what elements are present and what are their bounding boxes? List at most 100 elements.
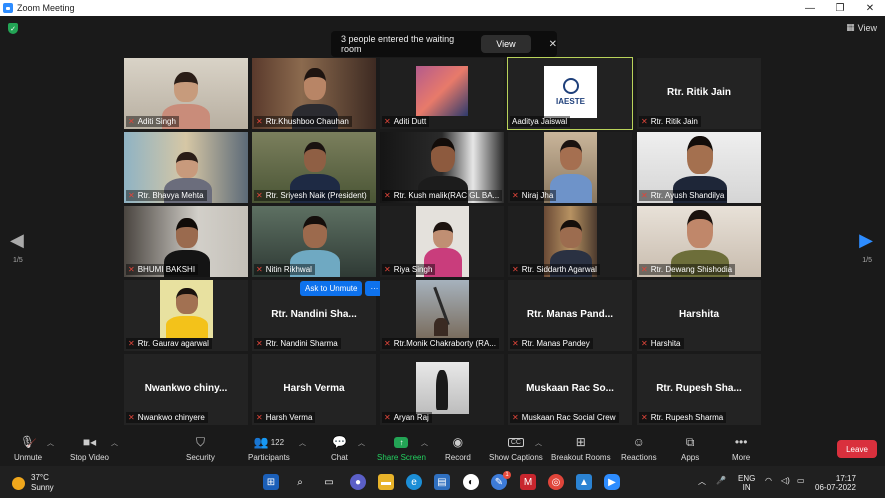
participant-name: ✕ Rtr. Gaurav agarwal: [126, 338, 212, 349]
video-tile[interactable]: ✕ Rtr. Ayush Shandilya: [637, 132, 761, 203]
share-options-caret-icon[interactable]: ︿: [421, 438, 428, 448]
muted-mic-icon: ✕: [384, 339, 391, 348]
stop-video-button[interactable]: ■◂ Stop Video: [70, 434, 109, 462]
teams-chat-icon[interactable]: ●: [350, 474, 366, 490]
microsoft-store-icon[interactable]: ▤: [434, 474, 450, 490]
minimize-button[interactable]: —: [795, 0, 825, 16]
ask-to-unmute-button[interactable]: Ask to Unmute: [300, 281, 363, 296]
muted-mic-icon: ✕: [256, 339, 263, 348]
battery-icon[interactable]: ▭: [797, 476, 805, 485]
windows-start-icon[interactable]: ⊞: [263, 474, 279, 490]
video-tile[interactable]: ✕ Rtr. Sriyesh Naik (President): [252, 132, 376, 203]
participant-display-name: Rtr. Nandini Sha...: [271, 309, 357, 320]
share-screen-button[interactable]: ↑ Share Screen: [377, 434, 426, 462]
video-tile[interactable]: ✕ Rtr. Siddarth Agarwal: [508, 206, 632, 277]
show-hidden-icons-icon[interactable]: ︿: [698, 477, 706, 486]
zoom-taskbar-icon[interactable]: ▶: [604, 474, 620, 490]
language-indicator[interactable]: ENG IN: [738, 474, 755, 492]
participant-display-name: Harsh Verma: [283, 383, 345, 394]
video-tile[interactable]: ✕ Aditi Singh: [124, 58, 248, 129]
participant-display-name: Rtr. Rupesh Sha...: [656, 383, 742, 394]
video-tile[interactable]: Rtr. Ritik Jain ✕ Rtr. Ritik Jain: [637, 58, 761, 129]
page-indicator-right: 1/5: [862, 257, 872, 264]
participant-name: ✕ Rtr. Ritik Jain: [639, 116, 701, 127]
video-tile[interactable]: Rtr. Manas Pand... ✕ Rtr. Manas Pandey: [508, 280, 632, 351]
video-tile[interactable]: ✕ BHUMI BAKSHI: [124, 206, 248, 277]
breakout-rooms-button[interactable]: ⊞ Breakout Rooms: [551, 434, 611, 462]
record-button[interactable]: ◉ Record: [445, 434, 471, 462]
unmute-button[interactable]: 🎙 ／ Unmute: [14, 434, 42, 462]
record-icon: ◉: [452, 435, 464, 449]
participant-display-name: Harshita: [678, 309, 719, 320]
video-tile[interactable]: Muskaan Rac So... ✕ Muskaan Rac Social Cr…: [508, 354, 632, 425]
muted-mic-icon: ✕: [512, 413, 519, 422]
iaeste-logo: IAESTE: [556, 97, 585, 106]
video-tile[interactable]: ✕ Rtr. Kush malik(RAC GL BA...: [380, 132, 504, 203]
participants-options-caret-icon[interactable]: ︿: [299, 438, 306, 448]
video-tile[interactable]: Harsh Verma ✕ Harsh Verma: [252, 354, 376, 425]
mcafee-icon[interactable]: M: [520, 474, 536, 490]
leave-button[interactable]: Leave: [837, 440, 877, 458]
muted-mic-icon: ✕: [256, 265, 263, 274]
clock[interactable]: 17:17 06-07-2022: [815, 474, 856, 492]
microphone-tray-icon[interactable]: 🎤: [716, 476, 726, 485]
video-tile[interactable]: ✕ Niraj Jha: [508, 132, 632, 203]
video-tile-active-speaker[interactable]: IAESTE Aaditya Jaiswal: [507, 57, 633, 130]
notification-view-button[interactable]: View: [481, 35, 531, 53]
next-page-icon[interactable]: ▶: [859, 230, 873, 251]
video-tile[interactable]: ✕ Nitin Rikhwal: [252, 206, 376, 277]
chat-button[interactable]: 💬 Chat: [331, 434, 348, 462]
waiting-room-notification: 3 people entered the waiting room View ✕: [331, 31, 557, 57]
photos-icon[interactable]: ▲: [576, 474, 592, 490]
previous-page-icon[interactable]: ◀: [10, 230, 24, 251]
video-tile[interactable]: ✕ Aditi Dutt: [380, 58, 504, 129]
video-tile[interactable]: ✕ Rtr.Monik Chakraborty (RA...: [380, 280, 504, 351]
muted-mic-icon: ✕: [256, 191, 263, 200]
participant-name: ✕ Rtr.Khushboo Chauhan: [254, 116, 352, 127]
notification-close-icon[interactable]: ✕: [549, 39, 557, 50]
video-tile[interactable]: ✕ Riya Singh: [380, 206, 504, 277]
reactions-button[interactable]: ☺ Reactions: [621, 434, 657, 462]
audio-options-caret-icon[interactable]: ︿: [47, 438, 54, 448]
maximize-button[interactable]: ❐: [825, 0, 855, 16]
chat-options-caret-icon[interactable]: ︿: [358, 438, 365, 448]
participant-display-name: Rtr. Manas Pand...: [526, 309, 614, 320]
video-tile[interactable]: ✕ Aryan Raj: [380, 354, 504, 425]
more-button[interactable]: ••• More: [732, 434, 750, 462]
window-title: Zoom Meeting: [17, 3, 75, 13]
video-tile[interactable]: Rtr. Rupesh Sha... ✕ Rtr. Rupesh Sharma: [637, 354, 761, 425]
task-view-icon[interactable]: ▭: [321, 474, 337, 490]
search-icon[interactable]: ⌕: [292, 474, 308, 490]
video-options-caret-icon[interactable]: ︿: [111, 438, 118, 448]
chrome-icon[interactable]: ◎: [548, 474, 564, 490]
video-tile[interactable]: ✕ Rtr. Dewang Shishodia: [637, 206, 761, 277]
sun-icon: [12, 476, 25, 490]
participant-name: ✕ Aditi Singh: [126, 116, 179, 127]
github-icon[interactable]: ◐: [463, 474, 479, 490]
file-explorer-icon[interactable]: ▬: [378, 474, 394, 490]
video-tile[interactable]: ✕ Rtr. Bhavya Mehta: [124, 132, 248, 203]
video-tile[interactable]: Harshita ✕ Harshita: [637, 280, 761, 351]
video-camera-icon: ■◂: [82, 435, 97, 449]
muted-mic-icon: ✕: [256, 413, 263, 422]
edge-browser-icon[interactable]: e: [406, 474, 422, 490]
security-shield-icon[interactable]: ✓: [8, 23, 18, 34]
apps-button[interactable]: ⧉ Apps: [681, 434, 699, 463]
video-tile[interactable]: Nwankwo chiny... ✕ Nwankwo chinyere: [124, 354, 248, 425]
captions-options-caret-icon[interactable]: ︿: [535, 438, 542, 448]
participants-icon: 👥: [253, 435, 269, 449]
muted-mic-icon: ✕: [256, 117, 263, 126]
participant-name: ✕ Rtr. Siddarth Agarwal: [510, 264, 600, 275]
security-button[interactable]: ⛉ Security: [186, 434, 215, 463]
weather-widget[interactable]: 37°C Sunny: [12, 473, 54, 493]
wifi-icon[interactable]: ◠: [765, 476, 772, 485]
notification-app-icon[interactable]: ✎ 1: [491, 471, 511, 490]
video-tile[interactable]: ✕ Rtr.Khushboo Chauhan: [252, 58, 376, 129]
video-tile[interactable]: ✕ Rtr. Gaurav agarwal: [124, 280, 248, 351]
view-button[interactable]: ▦ View: [846, 22, 877, 33]
participants-button[interactable]: 👥 122 Participants: [248, 434, 290, 462]
volume-icon[interactable]: ◁): [781, 476, 790, 485]
participant-name: Aaditya Jaiswal: [510, 116, 571, 127]
participant-name: ✕ Nitin Rikhwal: [254, 264, 315, 275]
close-window-button[interactable]: ✕: [855, 0, 885, 16]
